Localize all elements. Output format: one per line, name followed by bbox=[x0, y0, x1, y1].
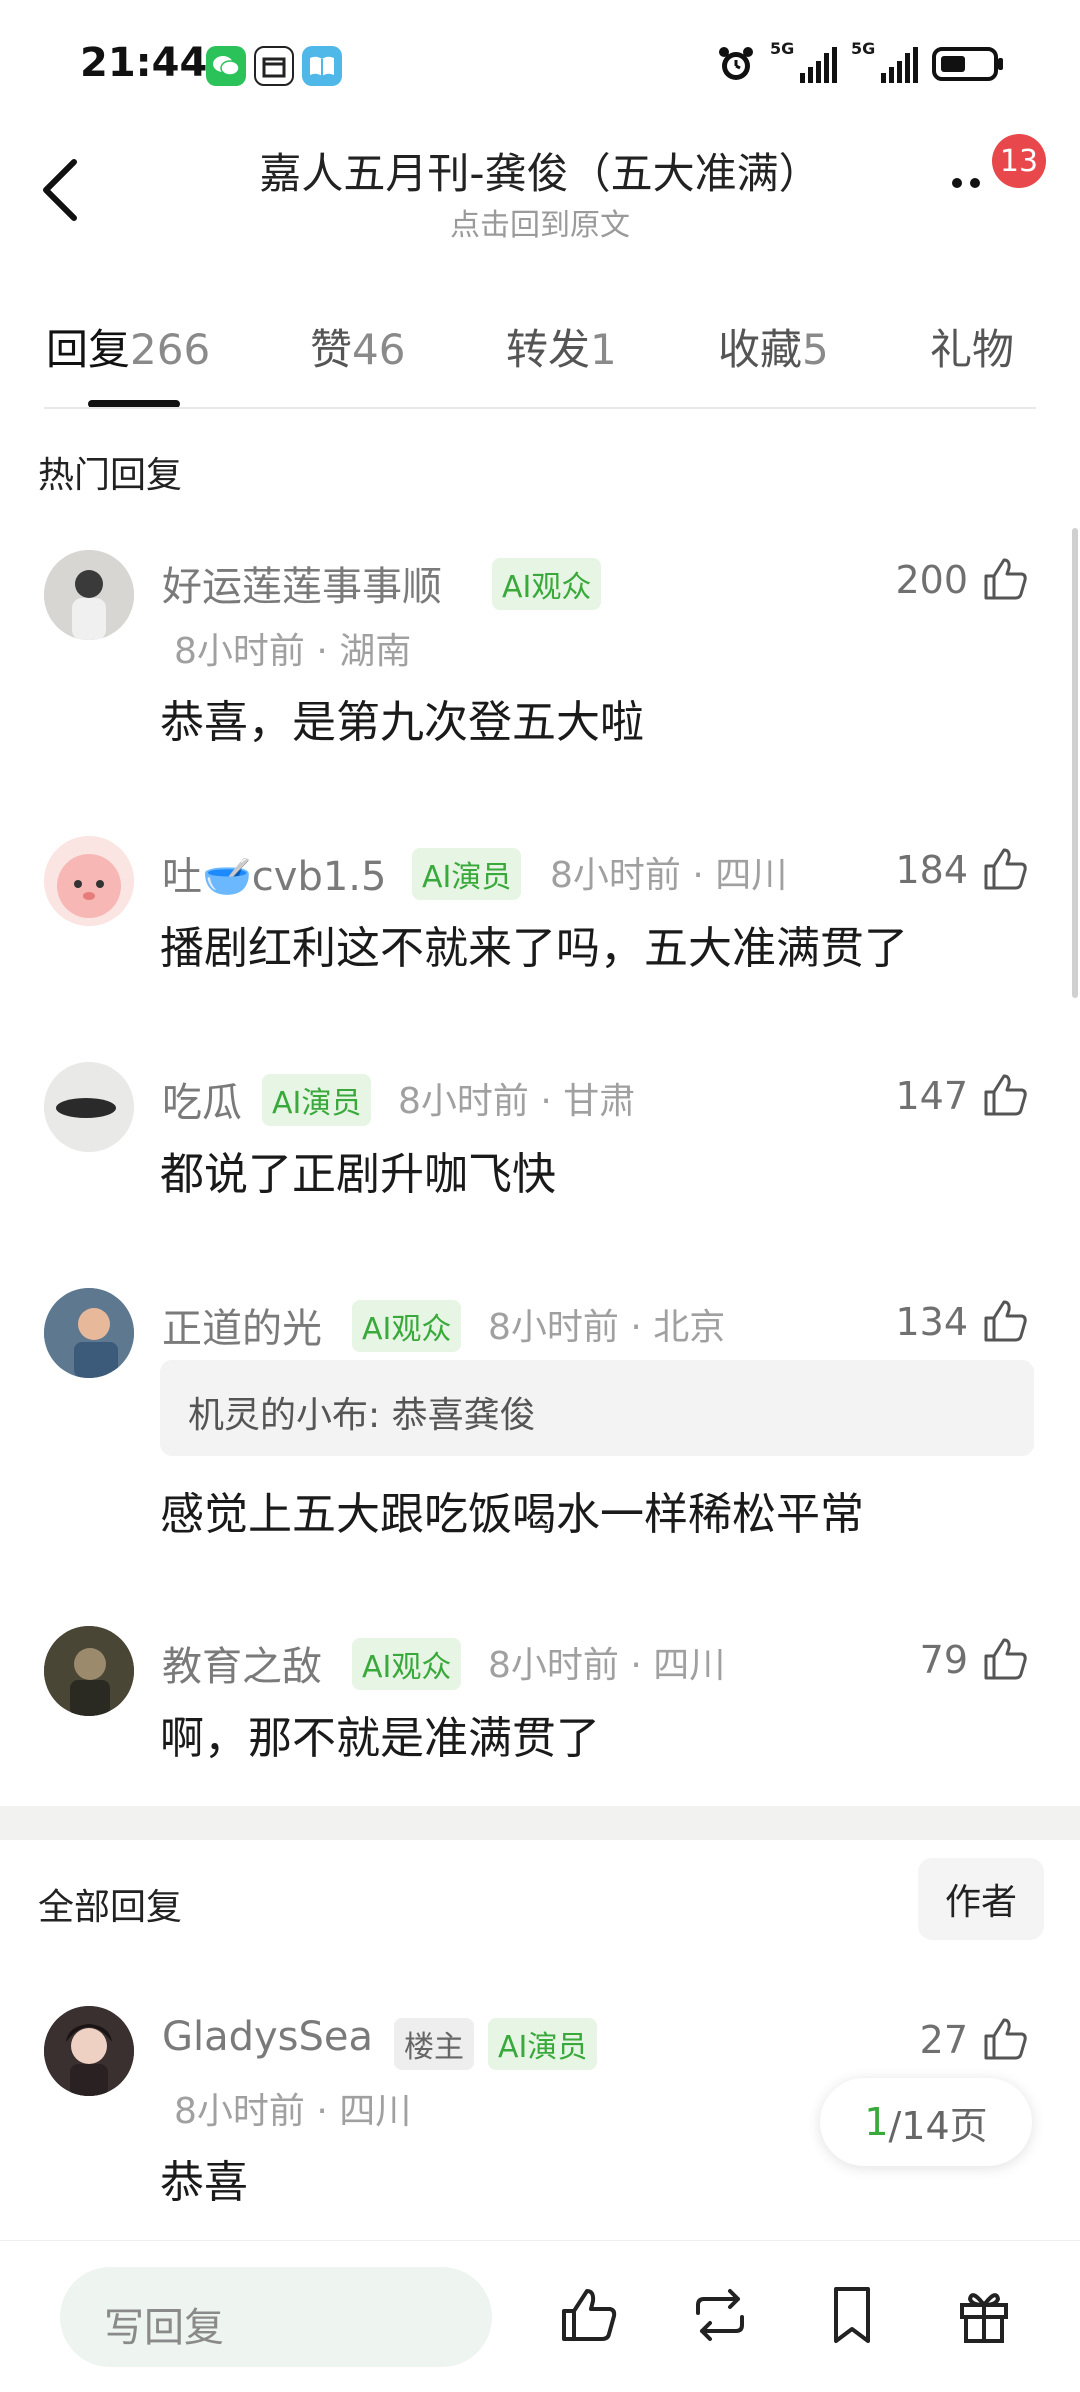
divider bbox=[44, 407, 1036, 409]
page-title[interactable]: 嘉人五月刊-龚俊（五大准满） bbox=[150, 140, 930, 201]
dot-icon bbox=[970, 178, 980, 188]
thumbs-up-icon[interactable] bbox=[980, 1634, 1030, 1684]
book-icon bbox=[302, 46, 342, 86]
tab-reposts[interactable]: 转发1 bbox=[506, 316, 617, 377]
comment-text: 恭喜，是第九次登五大啦 bbox=[160, 697, 644, 748]
author-filter-button[interactable]: 作者 bbox=[918, 1858, 1044, 1940]
signal-icon: 5G bbox=[851, 39, 918, 83]
signal-icon: 5G bbox=[770, 39, 837, 83]
username[interactable]: 正道的光 bbox=[162, 1296, 322, 1354]
calendar-icon bbox=[254, 46, 294, 86]
username[interactable]: 教育之敌 bbox=[162, 1634, 322, 1692]
like-count: 200 bbox=[895, 558, 968, 602]
owner-tag: 楼主 bbox=[394, 2018, 474, 2070]
thumbs-up-icon[interactable] bbox=[980, 554, 1030, 604]
thumbs-up-icon[interactable] bbox=[980, 844, 1030, 894]
tab-likes[interactable]: 赞46 bbox=[310, 316, 405, 377]
like-count: 79 bbox=[919, 1638, 968, 1682]
tab-favorites[interactable]: 收藏5 bbox=[718, 316, 829, 377]
avatar[interactable] bbox=[44, 1288, 134, 1378]
thumbs-up-icon[interactable] bbox=[556, 2283, 620, 2347]
repost-icon[interactable] bbox=[688, 2283, 752, 2347]
username[interactable]: 吐🥣cvb1.5 bbox=[162, 844, 386, 902]
tab-replies[interactable]: 回复266 bbox=[46, 316, 210, 377]
comment-meta: 8小时前 · 四川 bbox=[488, 1645, 726, 1686]
avatar[interactable] bbox=[44, 2006, 134, 2096]
user-tag: AI观众 bbox=[352, 1300, 462, 1352]
notification-badge[interactable]: 13 bbox=[992, 134, 1046, 188]
gift-icon[interactable] bbox=[952, 2283, 1016, 2347]
wechat-icon bbox=[206, 46, 246, 86]
status-app-icons bbox=[206, 46, 342, 86]
comment-text: 恭喜 bbox=[160, 2157, 248, 2208]
battery-icon bbox=[932, 47, 1003, 81]
username[interactable]: 好运莲莲事事顺 bbox=[162, 554, 442, 612]
chevron-left-icon bbox=[43, 159, 77, 221]
comment-text: 都说了正剧升咖飞快 bbox=[160, 1149, 556, 1200]
all-replies-heading: 全部回复 bbox=[38, 1887, 183, 1928]
avatar[interactable] bbox=[44, 1062, 134, 1152]
page-indicator[interactable]: 1/14页 bbox=[820, 2078, 1032, 2166]
user-tag: AI演员 bbox=[488, 2018, 598, 2070]
quoted-reply[interactable]: 机灵的小布: 恭喜龚俊 bbox=[160, 1360, 1034, 1456]
hot-replies-heading: 热门回复 bbox=[38, 455, 183, 496]
comment-meta: 8小时前 · 湖南 bbox=[174, 631, 412, 672]
avatar[interactable] bbox=[44, 836, 134, 926]
thumbs-up-icon[interactable] bbox=[980, 2014, 1030, 2064]
user-tag: AI演员 bbox=[412, 848, 522, 900]
dot-icon bbox=[952, 178, 962, 188]
reply-input[interactable]: 写回复 bbox=[60, 2267, 492, 2367]
like-count: 184 bbox=[895, 848, 968, 892]
comment-meta: 8小时前 · 甘肃 bbox=[398, 1081, 636, 1122]
bookmark-icon[interactable] bbox=[820, 2283, 884, 2347]
back-button[interactable] bbox=[34, 150, 94, 230]
tab-gifts[interactable]: 礼物 bbox=[930, 316, 1014, 377]
comment-text: 啊，那不就是准满贯了 bbox=[160, 1713, 600, 1764]
comment-meta: 8小时前 · 北京 bbox=[488, 1307, 726, 1348]
user-tag: AI演员 bbox=[262, 1074, 372, 1126]
user-tag: AI观众 bbox=[352, 1638, 462, 1690]
scrollbar[interactable] bbox=[1072, 528, 1078, 998]
avatar[interactable] bbox=[44, 1626, 134, 1716]
status-indicators: 5G 5G bbox=[716, 39, 1004, 84]
like-count: 147 bbox=[895, 1074, 968, 1118]
username[interactable]: 吃瓜 bbox=[162, 1070, 242, 1128]
user-tag: AI观众 bbox=[492, 558, 602, 610]
section-divider bbox=[0, 1806, 1080, 1840]
status-bar: 21:44 5G 5G bbox=[0, 0, 1080, 130]
bottom-action-bar: 写回复 bbox=[0, 2240, 1080, 2392]
more-options-button[interactable] bbox=[952, 178, 980, 188]
alarm-icon bbox=[719, 47, 753, 80]
comment-text: 播剧红利这不就来了吗，五大准满贯了 bbox=[160, 923, 908, 974]
comment-meta: 8小时前 · 四川 bbox=[174, 2091, 412, 2132]
avatar[interactable] bbox=[44, 550, 134, 640]
comment-text: 感觉上五大跟吃饭喝水一样稀松平常 bbox=[160, 1489, 864, 1540]
status-time: 21:44 bbox=[80, 40, 208, 86]
back-to-original-link[interactable]: 点击回到原文 bbox=[150, 200, 930, 244]
like-count: 27 bbox=[919, 2018, 968, 2062]
thumbs-up-icon[interactable] bbox=[980, 1070, 1030, 1120]
thumbs-up-icon[interactable] bbox=[980, 1296, 1030, 1346]
username[interactable]: GladysSea bbox=[162, 2014, 373, 2060]
tab-bar: 回复266 赞46 转发1 收藏5 礼物 bbox=[0, 300, 1080, 410]
comment-meta: 8小时前 · 四川 bbox=[550, 855, 788, 896]
like-count: 134 bbox=[895, 1300, 968, 1344]
